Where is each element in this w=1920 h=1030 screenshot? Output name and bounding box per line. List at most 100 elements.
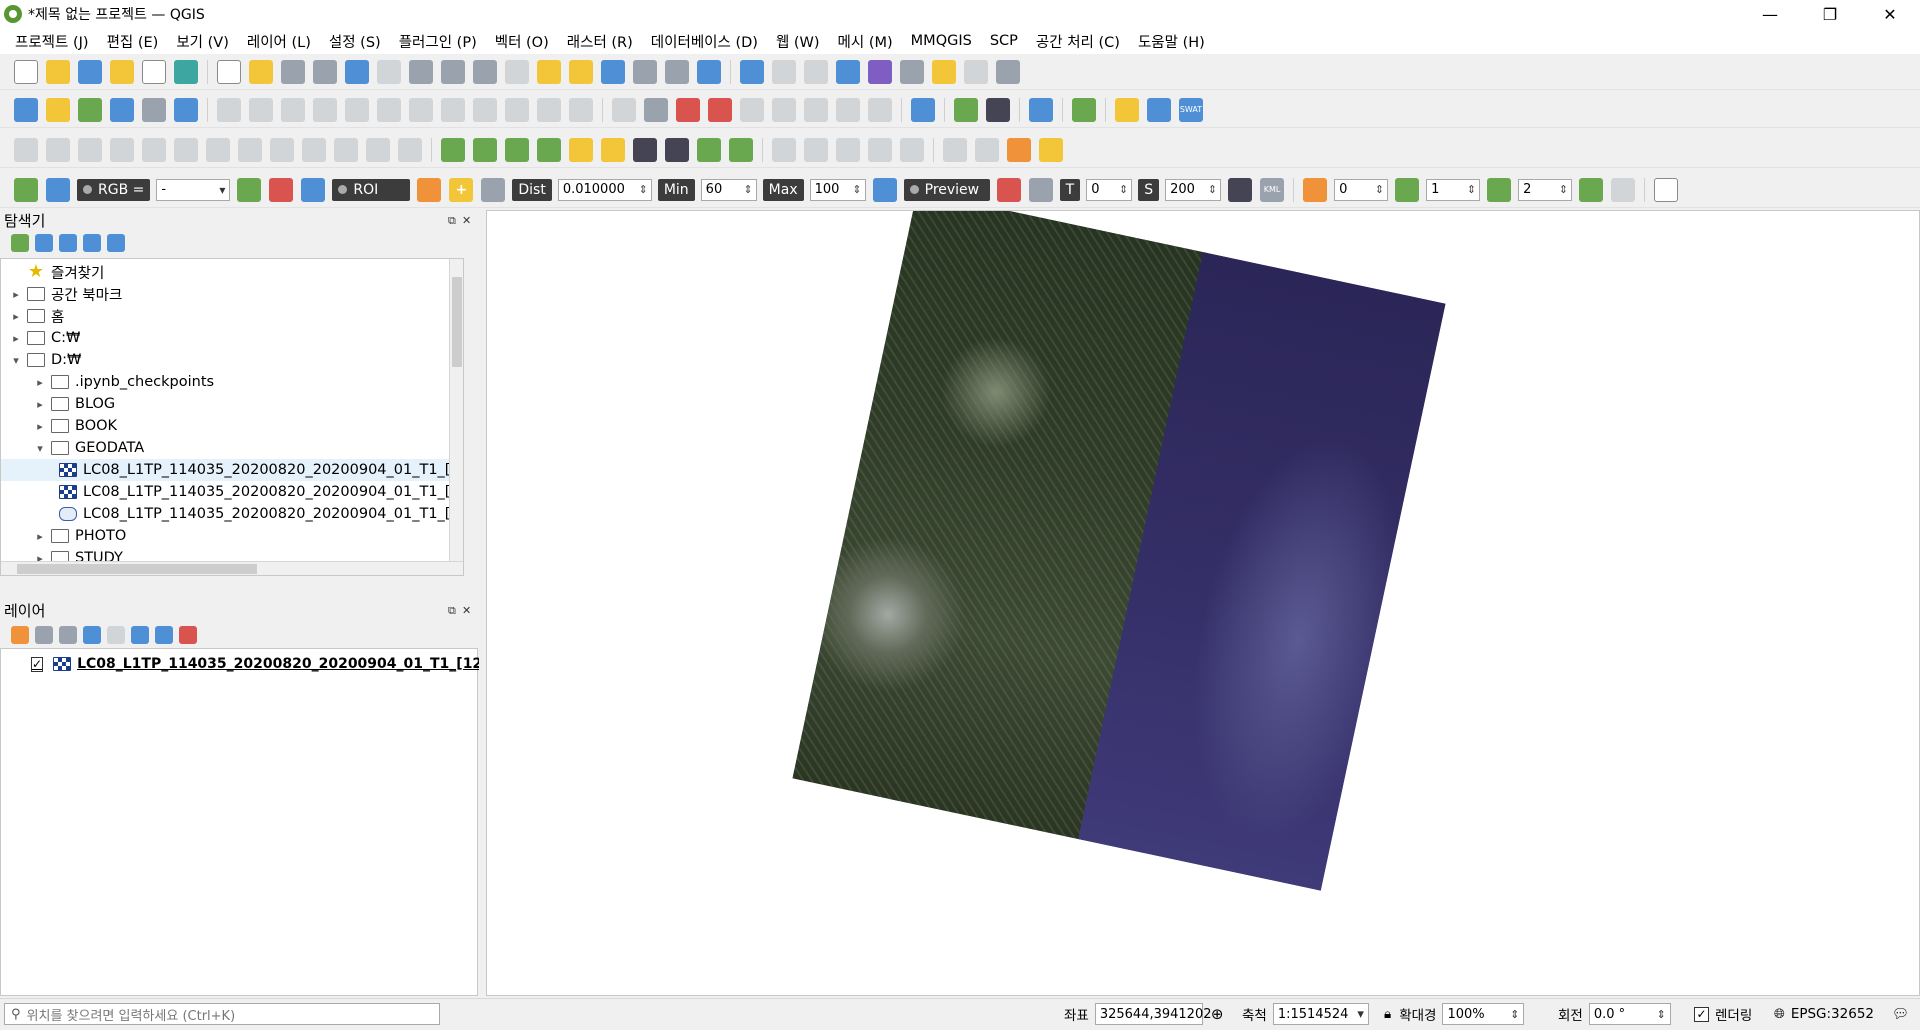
menu-mesh[interactable]: 메시 (M) (829, 31, 902, 52)
scale-combo[interactable]: 1:1514524 (1272, 1003, 1369, 1025)
db-manager-icon[interactable] (911, 97, 935, 122)
local-std-stretch-icon[interactable] (269, 177, 294, 202)
decrease-brightness-icon[interactable] (601, 137, 625, 162)
menu-raster[interactable]: 래스터 (R) (558, 31, 642, 52)
zoom-temp-roi-icon[interactable] (301, 177, 326, 202)
new-bookmark-icon[interactable] (601, 59, 625, 84)
cut-features-icon[interactable] (441, 97, 465, 122)
new-geopackage-icon[interactable] (142, 97, 166, 122)
new-map-view-icon[interactable] (537, 59, 561, 84)
crs-section[interactable]: 🌐︎ EPSG:32652 (1774, 1003, 1874, 1025)
histogram-stretch-icon[interactable] (441, 137, 465, 162)
min-spinbox[interactable]: 60 (700, 178, 757, 201)
swat-plugin-icon[interactable]: SWAT (1179, 97, 1203, 122)
collapse-all-icon[interactable] (83, 234, 101, 252)
digitize-line-icon[interactable] (14, 137, 38, 162)
georeferencer-icon[interactable] (729, 137, 753, 162)
browser-float-button[interactable]: ⧉ (448, 214, 456, 228)
tree-item-home[interactable]: ▸ 홈 (9, 305, 64, 327)
label-tool-icon[interactable] (612, 97, 636, 122)
tree-item-folder[interactable]: ▸ BOOK (33, 415, 117, 437)
label-highlight-icon[interactable] (676, 97, 700, 122)
modify-attributes-icon[interactable] (377, 97, 401, 122)
local-histogram-stretch-icon[interactable] (473, 137, 497, 162)
expand-arrow-icon[interactable]: ▸ (33, 420, 47, 433)
pan-to-selection-icon[interactable] (249, 59, 273, 84)
tree-item-folder[interactable]: ▸ .ipynb_checkpoints (33, 371, 214, 393)
local-cumulative-stretch-icon[interactable] (237, 177, 262, 202)
menu-settings[interactable]: 설정 (S) (320, 31, 390, 52)
tree-item-folder[interactable]: ▾ GEODATA (33, 437, 144, 459)
preview-label[interactable]: Preview (903, 178, 990, 201)
band-green-next-icon[interactable] (1487, 177, 1512, 202)
band-set-icon[interactable] (1303, 177, 1328, 202)
add-annotation-icon[interactable] (943, 137, 967, 162)
band-table-icon[interactable] (1611, 177, 1636, 202)
remove-layer-icon[interactable] (179, 626, 197, 644)
zoom-native-icon[interactable] (441, 59, 465, 84)
copy-features-icon[interactable] (473, 97, 497, 122)
menu-plugins[interactable]: 플러그인 (P) (390, 31, 486, 52)
statistical-summary-icon[interactable] (868, 59, 892, 84)
pin-labels-icon[interactable] (740, 97, 764, 122)
preview-colors-icon[interactable] (996, 177, 1021, 202)
layer-row[interactable]: ✓ LC08_L1TP_114035_20200820_20200904_01_… (1, 653, 479, 675)
show-unplaced-labels-icon[interactable] (708, 97, 732, 122)
plugin-reloader-icon[interactable] (1072, 97, 1096, 122)
tree-item-raster-file[interactable]: LC08_L1TP_114035_20200820_20200904_01_T1… (1, 459, 463, 481)
stretch-local-icon[interactable] (537, 137, 561, 162)
reshape-features-icon[interactable] (238, 137, 262, 162)
current-edits-icon[interactable] (217, 97, 241, 122)
scrollbar-thumb[interactable] (452, 277, 462, 367)
create-roi-polygon-icon[interactable] (417, 177, 442, 202)
zoom-full-icon[interactable] (345, 59, 369, 84)
layer-styling-icon[interactable] (11, 626, 29, 644)
activate-roi-pointer-icon[interactable]: + (449, 177, 474, 202)
add-feature-icon[interactable] (313, 97, 337, 122)
tree-item-folder[interactable]: ▸ PHOTO (33, 525, 126, 547)
zoom-selection-icon[interactable] (377, 59, 401, 84)
scp-dock-icon[interactable] (954, 97, 978, 122)
select-all-icon[interactable] (868, 137, 892, 162)
messages-section[interactable]: 💬︎ (1892, 1003, 1909, 1025)
scrollbar-thumb[interactable] (17, 564, 257, 574)
collapse-arrow-icon[interactable]: ▾ (33, 442, 47, 455)
style-manager-icon[interactable] (174, 59, 198, 84)
change-label-icon[interactable] (868, 97, 892, 122)
tree-item-favorites[interactable]: ★ 즐겨찾기 (9, 261, 104, 283)
render-checkbox[interactable]: ✓ (1694, 1006, 1709, 1022)
redo-roi-icon[interactable] (481, 177, 506, 202)
layout-manager-icon[interactable] (142, 59, 166, 84)
field-calculator-icon[interactable] (804, 59, 828, 84)
processing-toolbox-icon[interactable] (836, 59, 860, 84)
map-canvas[interactable] (486, 210, 1920, 996)
crs-label[interactable]: EPSG:32652 (1791, 1006, 1874, 1022)
menu-edit[interactable]: 편집 (E) (98, 31, 168, 52)
open-project-icon[interactable] (46, 59, 70, 84)
add-vector-layer-icon[interactable] (78, 97, 102, 122)
raster-calculator-icon[interactable] (697, 137, 721, 162)
identify-features-icon[interactable] (740, 59, 764, 84)
fill-ring-icon[interactable] (110, 137, 134, 162)
roi-label[interactable]: ROI (332, 178, 411, 201)
spectral-plot-icon[interactable] (1654, 177, 1679, 202)
add-raster-layer-icon[interactable] (46, 97, 70, 122)
delete-ring-icon[interactable] (142, 137, 166, 162)
messages-icon[interactable]: 💬︎ (1892, 1006, 1909, 1022)
rotate-label-icon[interactable] (836, 97, 860, 122)
save-edits-icon[interactable] (281, 97, 305, 122)
expand-arrow-icon[interactable]: ▸ (9, 288, 23, 301)
highlight-features-icon[interactable] (1039, 137, 1063, 162)
maximize-button[interactable]: ❐ (1800, 0, 1860, 28)
toggle-extents-icon[interactable]: ⊕ (1211, 1005, 1224, 1023)
digitize-polygon-icon[interactable] (46, 137, 70, 162)
menu-project[interactable]: 프로젝트 (J) (6, 31, 98, 52)
paste-features-icon[interactable] (505, 97, 529, 122)
text-annotation-icon[interactable] (996, 59, 1020, 84)
zoom-layer-icon[interactable] (409, 59, 433, 84)
zoom-next-icon[interactable] (505, 59, 529, 84)
save-project-icon[interactable] (78, 59, 102, 84)
band-red-next-icon[interactable] (1395, 177, 1420, 202)
filter-by-expression-icon[interactable] (107, 626, 125, 644)
expand-arrow-icon[interactable]: ▸ (33, 376, 47, 389)
